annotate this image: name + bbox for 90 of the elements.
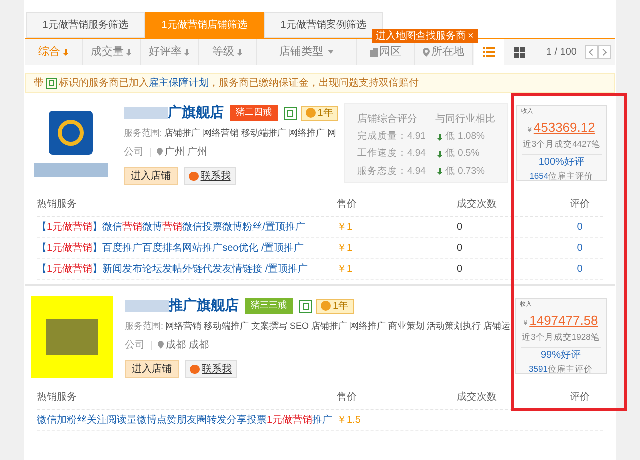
- down-arrow-icon: [62, 48, 68, 56]
- contact-button[interactable]: 联系我: [184, 167, 236, 185]
- rating-text: 99%好评: [540, 349, 581, 364]
- scope-label: 服务范围:: [125, 320, 164, 333]
- store-type: 公司: [125, 338, 145, 352]
- deals-text: 近3个月成交1928笔: [522, 330, 600, 344]
- list-view-button[interactable]: [474, 39, 504, 65]
- compare-value: 低 1.08%: [445, 130, 485, 144]
- review-label: 位雇主评价: [548, 363, 593, 376]
- store-location: 广州 广州: [164, 146, 208, 160]
- down-arrow-icon: [437, 168, 444, 176]
- years-badge: 1年: [316, 298, 354, 314]
- deal-count: 0: [457, 222, 463, 232]
- store-name-link[interactable]: 推广旗舰店: [169, 296, 239, 316]
- page-indicator: 1 / 100: [546, 46, 577, 60]
- compare-value: 低 0.5%: [445, 147, 480, 162]
- scope-text: 网络营销 移动端推广 文案撰写 SEO 店铺推广 网络推广 商业策划 活动策划执行 店铺运: [166, 320, 511, 333]
- review-count: 0: [577, 222, 583, 232]
- location-pin-icon: [156, 148, 163, 156]
- store-name-link[interactable]: 广旗舰店: [168, 102, 224, 124]
- score-item: 完成质量：4.91: [357, 130, 427, 144]
- column-header: 评价: [570, 392, 590, 403]
- contact-button[interactable]: 联系我: [185, 360, 237, 378]
- prev-page-button[interactable]: [585, 45, 598, 59]
- guarantee-icon: [299, 300, 312, 312]
- guarantee-icon: [46, 78, 57, 88]
- down-arrow-icon: [437, 134, 444, 141]
- column-header: 成交次数: [457, 392, 497, 403]
- service-link[interactable]: 微信加粉丝关注阅读量微博点赞朋友圈转发分享投票1元做营销推广: [37, 414, 333, 426]
- guarantee-link[interactable]: 雇主保障计划: [149, 76, 209, 90]
- review-label: 位雇主评价: [548, 170, 594, 183]
- review-count: 0: [577, 242, 583, 254]
- grid-icon: [514, 46, 525, 58]
- guarantee-icon: [284, 106, 297, 120]
- column-header: 热销服务: [37, 199, 77, 210]
- column-header: 成交次数: [457, 199, 497, 210]
- filter-tab[interactable]: 等级: [199, 39, 257, 65]
- location-pin-icon: [158, 341, 164, 349]
- location-pin-icon: [422, 48, 430, 56]
- scope-text: 店铺推广 网络营销 移动端推广 网络推广 网: [164, 127, 336, 140]
- blurred-name: [124, 107, 168, 119]
- store-type: 公司: [124, 146, 144, 160]
- notice-text: ，服务商已缴纳保证金，出现问题支持双倍赔付: [209, 76, 419, 90]
- price-text: ￥1: [337, 264, 353, 274]
- enter-store-button[interactable]: 进入店铺: [125, 360, 179, 378]
- notice-text: 带: [34, 76, 44, 90]
- enter-store-button[interactable]: 进入店铺: [124, 167, 178, 185]
- deal-count: 0: [457, 264, 463, 274]
- column-header: 售价: [337, 392, 357, 403]
- level-badge: 猪三三戒: [245, 298, 293, 314]
- next-page-button[interactable]: [598, 45, 611, 59]
- review-count: 3591: [529, 363, 548, 376]
- service-link[interactable]: 【1元做营销】微信营销微博营销微信投票微博粉丝/置顶推广: [37, 222, 306, 232]
- notice-text: 标识的服务商已加入: [59, 76, 149, 90]
- filter-tab[interactable]: 成交量: [83, 39, 141, 65]
- score-item: 服务态度：4.94: [357, 164, 427, 178]
- level-badge: 猪二四戒: [230, 105, 278, 121]
- deals-text: 近3个月成交4427笔: [522, 138, 600, 150]
- blurred-name: [125, 300, 169, 312]
- store-location: 成都 成都: [166, 338, 209, 352]
- price-text: ￥1: [337, 222, 353, 232]
- review-count: 0: [577, 264, 583, 274]
- deal-count: 0: [457, 242, 463, 254]
- column-header: 评价: [570, 199, 590, 210]
- review-count: 1654: [530, 170, 549, 183]
- years-badge: 1年: [300, 106, 338, 120]
- caret-icon: [328, 50, 334, 54]
- compare-title: 与同行业相比: [435, 112, 496, 127]
- scope-label: 服务范围:: [124, 127, 162, 140]
- rating-text: 100%好评: [538, 156, 584, 170]
- chat-icon: [190, 364, 200, 374]
- chat-icon: [188, 172, 199, 180]
- price-text: ￥1.5: [337, 414, 361, 426]
- down-arrow-icon: [437, 150, 444, 158]
- down-arrow-icon: [184, 48, 190, 56]
- score-item: 工作速度：4.94: [357, 147, 427, 162]
- column-header: 售价: [337, 199, 357, 210]
- service-link[interactable]: 【1元做营销】百度推广百度排名网站推广seo优化 /置顶推广: [37, 242, 304, 254]
- filter-tab[interactable]: 店铺类型: [257, 39, 357, 65]
- down-arrow-icon: [126, 48, 132, 56]
- list-icon: [483, 47, 496, 57]
- price-text: ￥1: [337, 242, 353, 254]
- compare-value: 低 0.73%: [445, 164, 485, 178]
- tab[interactable]: 1元做营销服务筛选: [26, 12, 145, 38]
- service-link[interactable]: 【1元做营销】新闻发布论坛发帖外链代发友情链接 /置顶推广: [37, 264, 308, 274]
- down-arrow-icon: [236, 48, 242, 56]
- building-icon: [370, 48, 378, 56]
- filter-tab[interactable]: 好评率: [141, 39, 199, 65]
- score-title: 店铺综合评分: [357, 112, 418, 127]
- column-header: 热销服务: [37, 392, 77, 403]
